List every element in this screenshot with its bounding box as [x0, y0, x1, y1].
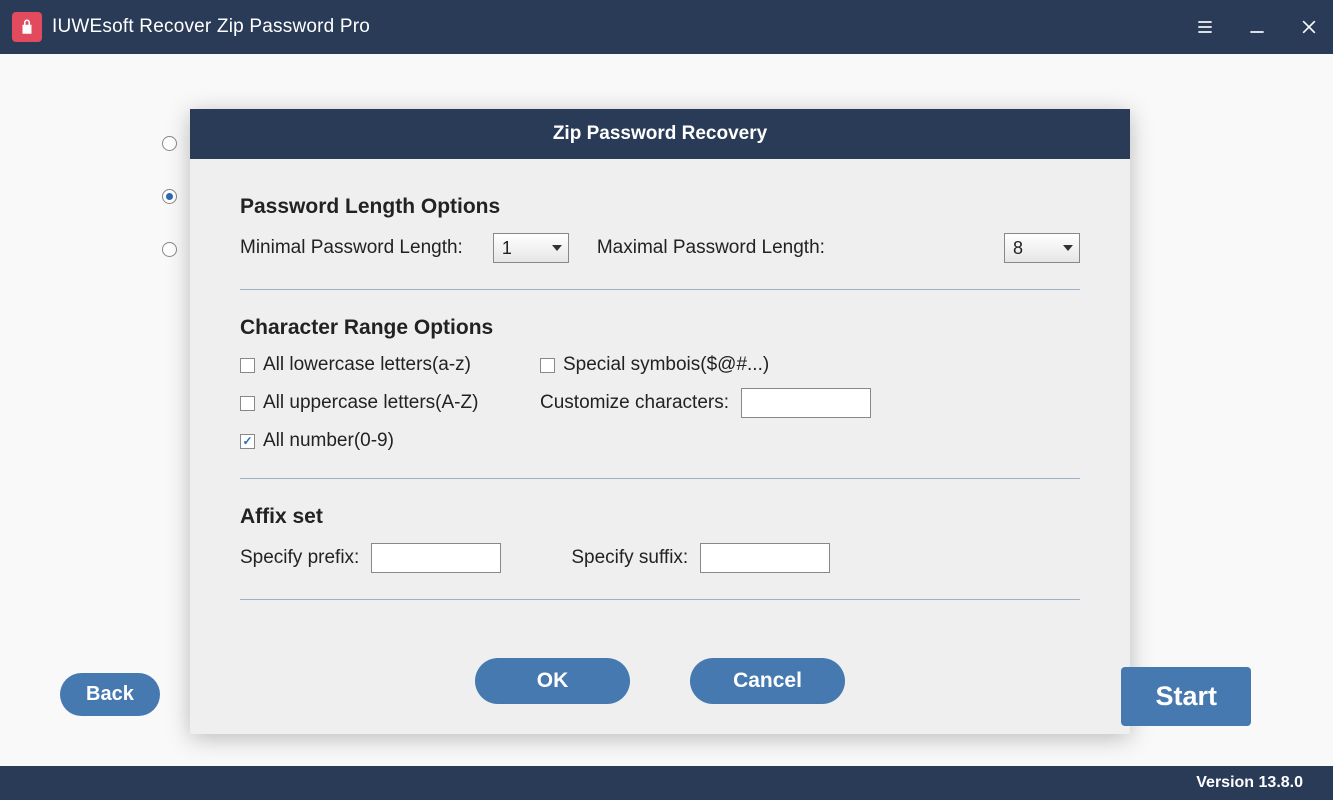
minimize-icon[interactable]: [1245, 15, 1269, 39]
uppercase-checkbox[interactable]: [240, 396, 255, 411]
min-length-label: Minimal Password Length:: [240, 237, 463, 259]
max-length-value: 8: [1013, 238, 1023, 259]
start-button[interactable]: Start: [1121, 667, 1251, 726]
ok-button[interactable]: OK: [475, 658, 630, 704]
lowercase-checkbox[interactable]: [240, 358, 255, 373]
special-label: Special symbois($@#...): [563, 354, 769, 376]
password-length-heading: Password Length Options: [240, 195, 1080, 219]
divider: [240, 289, 1080, 290]
chevron-down-icon: [1063, 245, 1073, 251]
main-content: Zip Password Recovery Password Length Op…: [0, 54, 1333, 766]
cancel-button[interactable]: Cancel: [690, 658, 845, 704]
close-icon[interactable]: [1297, 15, 1321, 39]
customize-label: Customize characters:: [540, 392, 729, 414]
settings-dialog: Zip Password Recovery Password Length Op…: [190, 109, 1130, 734]
version-label: Version 13.8.0: [1196, 774, 1303, 792]
attack-radio-3[interactable]: [162, 242, 177, 257]
divider: [240, 478, 1080, 479]
char-range-heading: Character Range Options: [240, 316, 1080, 340]
max-length-select[interactable]: 8: [1004, 233, 1080, 263]
statusbar: Version 13.8.0: [0, 766, 1333, 800]
min-length-value: 1: [502, 238, 512, 259]
affix-heading: Affix set: [240, 505, 1080, 529]
numbers-label: All number(0-9): [263, 430, 394, 452]
chevron-down-icon: [552, 245, 562, 251]
suffix-input[interactable]: [700, 543, 830, 573]
attack-radio-2[interactable]: [162, 189, 177, 204]
prefix-input[interactable]: [371, 543, 501, 573]
menu-icon[interactable]: [1193, 15, 1217, 39]
titlebar: IUWEsoft Recover Zip Password Pro: [0, 0, 1333, 54]
dialog-title: Zip Password Recovery: [190, 109, 1130, 159]
back-button[interactable]: Back: [60, 673, 160, 716]
attack-radio-1[interactable]: [162, 136, 177, 151]
special-checkbox[interactable]: [540, 358, 555, 373]
min-length-select[interactable]: 1: [493, 233, 569, 263]
customize-input[interactable]: [741, 388, 871, 418]
lowercase-label: All lowercase letters(a-z): [263, 354, 471, 376]
prefix-label: Specify prefix:: [240, 547, 359, 569]
uppercase-label: All uppercase letters(A-Z): [263, 392, 478, 414]
attack-method-radios: [162, 136, 177, 257]
numbers-checkbox[interactable]: [240, 434, 255, 449]
max-length-label: Maximal Password Length:: [597, 237, 825, 259]
app-title: IUWEsoft Recover Zip Password Pro: [52, 16, 370, 38]
app-icon: [12, 12, 42, 42]
divider: [240, 599, 1080, 600]
suffix-label: Specify suffix:: [571, 547, 688, 569]
